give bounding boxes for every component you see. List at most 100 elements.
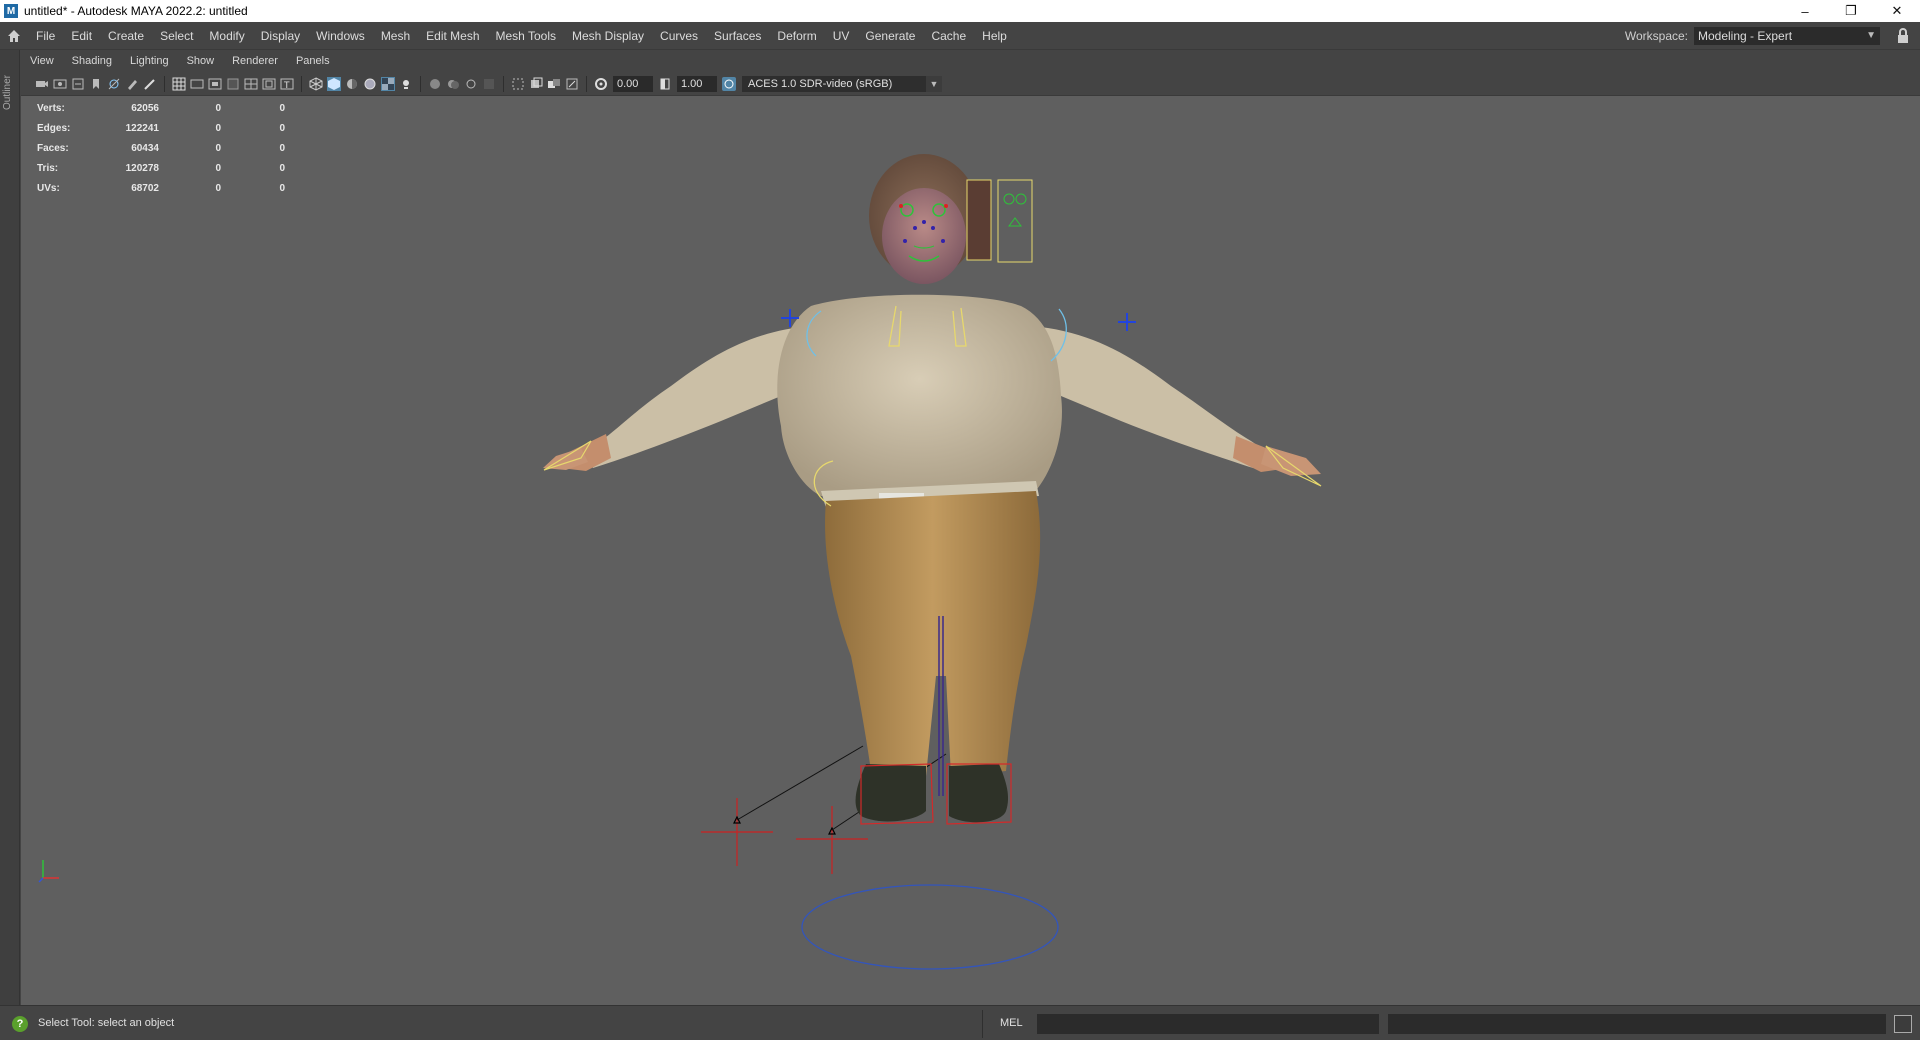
isolate-select-icon[interactable] [511,77,525,91]
menu-file[interactable]: File [28,22,63,50]
title-bar: M untitled* - Autodesk MAYA 2022.2: unti… [0,0,1920,22]
menu-edit[interactable]: Edit [63,22,100,50]
menu-generate[interactable]: Generate [857,22,923,50]
hud-value: 0 [215,142,221,154]
grid-icon[interactable] [172,77,186,91]
restore-button[interactable]: ❐ [1828,0,1874,22]
panel-toolbar: T 0.00 1.00 ACES 1.0 SDR-video (sRGB) ▼ [21,72,1920,96]
menu-deform[interactable]: Deform [769,22,824,50]
lock-icon[interactable] [1896,28,1910,44]
camera-select-icon[interactable] [35,77,49,91]
hud-value: 120278 [125,162,159,174]
toolbar-separator [503,75,504,92]
camera-attributes-icon[interactable] [53,77,67,91]
menu-create[interactable]: Create [100,22,152,50]
gate-mask-icon[interactable] [226,77,240,91]
3d-viewport[interactable]: Verts: 62056 0 0 Edges: 122241 0 0 Faces… [21,96,1920,1005]
image-plane-icon[interactable] [89,77,103,91]
motion-blur-icon[interactable] [464,77,478,91]
menu-curves[interactable]: Curves [652,22,706,50]
hud-value: 122241 [125,122,159,134]
hud-value: 0 [215,102,221,114]
view-transform-dropdown[interactable]: ACES 1.0 SDR-video (sRGB) ▼ [742,75,942,92]
view-axis-gizmo [38,860,59,883]
menu-mesh[interactable]: Mesh [373,22,418,50]
grease-pencil-icon[interactable] [125,77,139,91]
color-management-icon[interactable] [722,76,736,91]
character-pants [825,491,1041,776]
hud-value: 0 [279,102,285,114]
film-gate-icon[interactable] [190,77,204,91]
menu-display[interactable]: Display [253,22,308,50]
light-locator-left[interactable] [701,745,864,866]
2d-pan-zoom-icon[interactable] [107,77,121,91]
menu-modify[interactable]: Modify [201,22,252,50]
root-control-ellipse[interactable] [801,884,1059,970]
workspace-selector: Workspace: Modeling - Expert ▼ [1625,22,1880,50]
panel-menu-panels[interactable]: Panels [287,55,339,67]
menu-uv[interactable]: UV [825,22,858,50]
xray-active-components-icon[interactable] [547,77,561,91]
hud-value: 0 [279,142,285,154]
home-icon[interactable] [0,22,28,50]
chevron-down-icon: ▼ [1866,30,1876,41]
panel-menu-bar: View Shading Lighting Show Renderer Pane… [21,50,1920,72]
close-button[interactable]: ✕ [1874,0,1920,22]
menu-edit-mesh[interactable]: Edit Mesh [418,22,487,50]
default-lighting-icon[interactable] [345,77,359,91]
panel-menu-view[interactable]: View [21,55,63,67]
scene-canvas[interactable] [21,96,1920,1005]
wireframe-icon[interactable] [309,76,323,91]
exposure-field[interactable]: 0.00 [613,75,653,92]
command-line-input[interactable] [1037,1014,1379,1034]
command-language-toggle[interactable]: MEL [1000,1017,1023,1029]
hud-row-tris: Tris: 120278 0 0 [37,158,285,178]
wireframe-on-shaded-icon[interactable] [363,77,377,91]
workspace-dropdown[interactable]: Modeling - Expert ▼ [1694,27,1880,45]
script-editor-icon[interactable] [1894,1015,1912,1033]
field-chart-icon[interactable] [244,77,258,91]
menu-cache[interactable]: Cache [923,22,974,50]
gamma-field[interactable]: 1.00 [677,75,717,92]
help-line-and-command-bar: ? Select Tool: select an object MEL [0,1005,1920,1040]
hud-value: 62056 [131,102,159,114]
face-ui-panel[interactable] [966,179,1033,263]
menu-help[interactable]: Help [974,22,1015,50]
menu-mesh-display[interactable]: Mesh Display [564,22,652,50]
anti-aliasing-icon[interactable] [482,77,496,91]
menu-surfaces[interactable]: Surfaces [706,22,769,50]
menu-mesh-tools[interactable]: Mesh Tools [488,22,564,50]
smooth-shade-icon[interactable] [327,76,341,91]
hud-row-edges: Edges: 122241 0 0 [37,118,285,138]
textured-icon[interactable] [381,76,395,91]
outliner-strip[interactable]: Outliner [0,50,20,1005]
panel-menu-renderer[interactable]: Renderer [223,55,287,67]
menu-select[interactable]: Select [152,22,201,50]
hud-row-verts: Verts: 62056 0 0 [37,98,285,118]
character-face [882,188,966,284]
xray-icon[interactable] [529,77,543,91]
panel-menu-show[interactable]: Show [178,55,224,67]
pencil-icon[interactable] [143,77,157,91]
safe-title-icon[interactable]: T [280,77,294,91]
hud-row-faces: Faces: 60434 0 0 [37,138,285,158]
shadows-icon[interactable] [428,77,442,91]
exposure-icon[interactable] [594,77,608,91]
gamma-icon[interactable] [658,77,672,91]
panel-menu-lighting[interactable]: Lighting [121,55,178,67]
outliner-tab-label[interactable]: Outliner [2,75,13,110]
xray-joints-icon[interactable] [565,77,579,91]
use-all-lights-icon[interactable] [399,77,413,91]
panel-menu-shading[interactable]: Shading [63,55,121,67]
bookmarks-icon[interactable] [71,77,85,91]
help-icon: ? [12,1016,28,1032]
resolution-gate-icon[interactable] [208,77,222,91]
viewport-panel: View Shading Lighting Show Renderer Pane… [21,50,1920,1005]
menu-windows[interactable]: Windows [308,22,373,50]
ambient-occlusion-icon[interactable] [446,77,460,91]
minimize-button[interactable]: – [1782,0,1828,22]
hud-label: Tris: [37,162,59,174]
ik-cross-right[interactable] [1118,313,1136,331]
command-result-field [1388,1014,1886,1034]
safe-action-icon[interactable] [262,77,276,91]
